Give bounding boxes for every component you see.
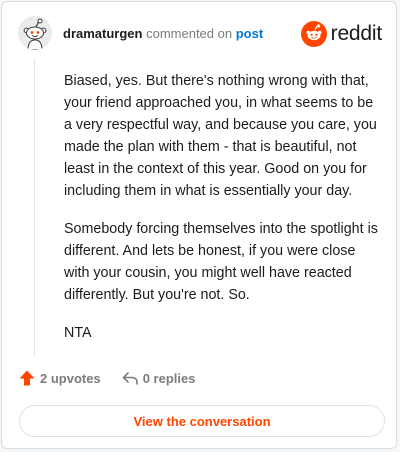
brand-logo[interactable]: reddit [300, 21, 383, 47]
comment-header: dramaturgen commented on post [63, 26, 263, 41]
reply-arrow-icon [122, 372, 138, 385]
comment-card: dramaturgen commented on post reddit Bia… [1, 1, 397, 449]
reddit-logo-icon [300, 21, 327, 47]
comment-paragraph: NTA [64, 325, 92, 341]
avatar[interactable] [18, 16, 52, 50]
reply-count: 0 replies [142, 370, 196, 386]
comment-actions: 2 upvotes 0 replies [18, 369, 195, 387]
brand-wordmark: reddit [330, 22, 383, 45]
thread-line[interactable] [34, 58, 35, 356]
comment-body: Biased, yes. But there's nothing wrong w… [64, 70, 382, 360]
upvote-button[interactable]: 2 upvotes [18, 369, 101, 387]
action-text: commented on [146, 26, 233, 41]
snoo-avatar-icon [18, 16, 52, 50]
upvote-count: 2 upvotes [40, 370, 101, 386]
username-link[interactable]: dramaturgen [63, 26, 142, 41]
view-conversation-button[interactable]: View the conversation [19, 405, 385, 437]
upvote-arrow-icon [19, 370, 35, 386]
comment-paragraph: Biased, yes. But there's nothing wrong w… [64, 73, 377, 199]
post-link[interactable]: post [236, 26, 263, 41]
reply-button[interactable]: 0 replies [121, 369, 196, 387]
comment-paragraph: Somebody forcing themselves into the spo… [64, 221, 378, 303]
